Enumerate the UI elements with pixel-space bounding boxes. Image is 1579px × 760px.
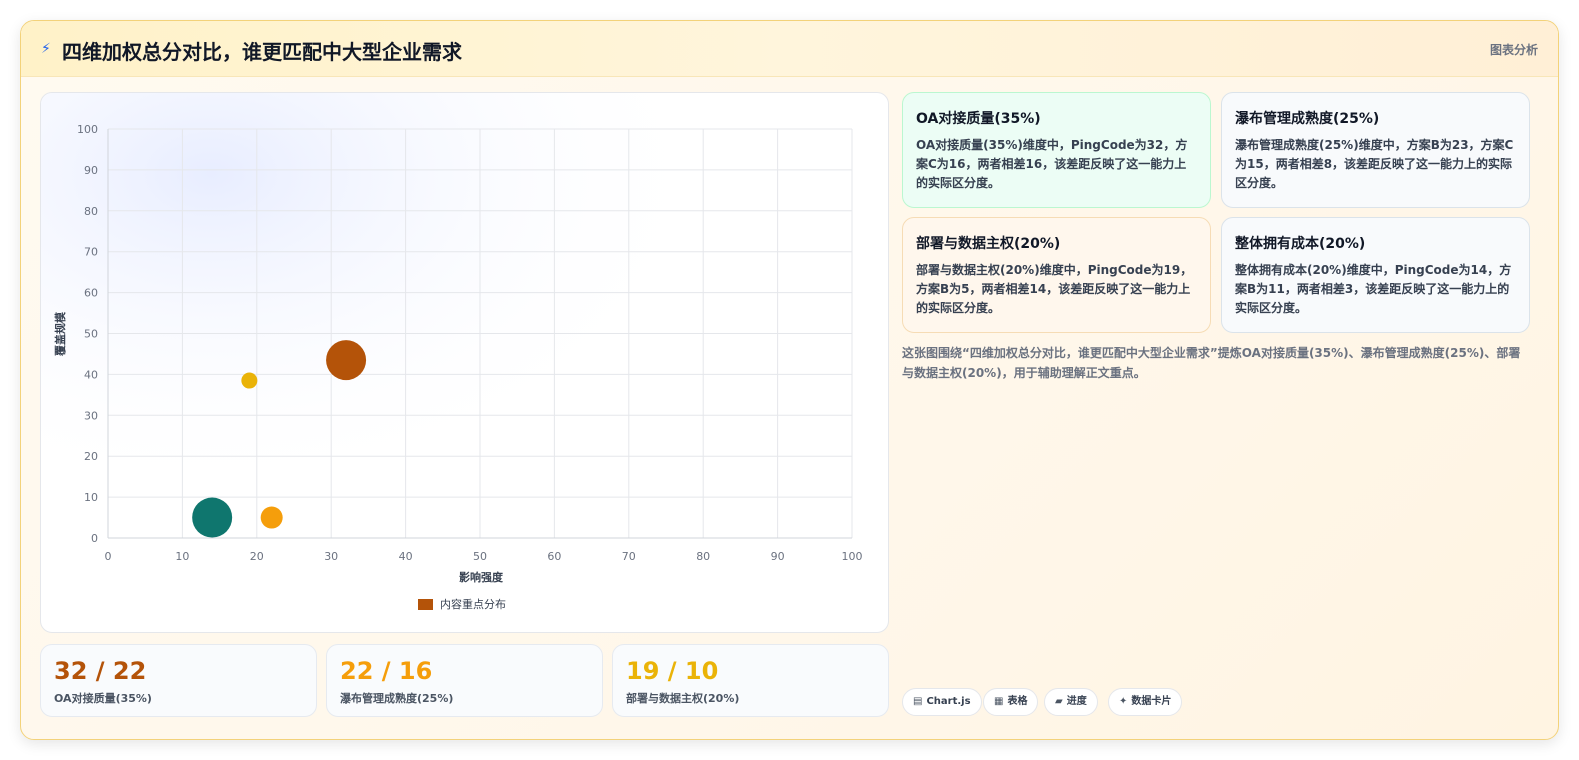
chip-progress[interactable]: ▰ 进度 bbox=[1044, 688, 1098, 716]
x-tick-label: 70 bbox=[622, 550, 636, 563]
chip-label: Chart.js bbox=[926, 696, 971, 707]
sparkle-icon: ✦ bbox=[1119, 696, 1128, 707]
metric-card-deploy: 19 / 10 部署与数据主权(20%) bbox=[612, 644, 889, 717]
x-tick-label: 50 bbox=[473, 550, 487, 563]
chart-summary: 这张图围绕“四维加权总分对比，谁更匹配中大型企业需求”提炼OA对接质量(35%)… bbox=[902, 346, 1521, 380]
insight-desc: 整体拥有成本(20%)维度中，PingCode为14，方案B为11，两者相差3，… bbox=[1235, 263, 1512, 315]
y-tick-label: 60 bbox=[84, 287, 98, 300]
insight-title: OA对接质量(35%) bbox=[916, 111, 1041, 127]
bubble-point[interactable] bbox=[260, 506, 283, 529]
chip-label: 表格 bbox=[1007, 696, 1028, 707]
scatter-chart: 0 10 20 30 40 50 60 70 80 90 100 0 10 20 30 40 50 60 70 80 9… bbox=[41, 93, 888, 632]
chip-label: 进度 bbox=[1066, 696, 1087, 707]
x-tick-label: 100 bbox=[842, 550, 863, 563]
x-tick-label: 30 bbox=[324, 550, 338, 563]
x-tick-label: 90 bbox=[771, 550, 785, 563]
legend-label: 内容重点分布 bbox=[440, 597, 506, 611]
bubble-point[interactable] bbox=[241, 372, 258, 389]
chip-chartjs[interactable]: ▤ Chart.js bbox=[902, 688, 982, 716]
insight-title: 瀑布管理成熟度(25%) bbox=[1235, 111, 1380, 127]
x-tick-label: 40 bbox=[399, 550, 413, 563]
y-axis-label: 覆盖规模 bbox=[53, 311, 67, 356]
chart-icon: ▤ bbox=[913, 696, 923, 707]
scatter-chart-card: 0 10 20 30 40 50 60 70 80 90 100 0 10 20 30 40 50 60 70 80 9… bbox=[40, 92, 889, 633]
page-title: 四维加权总分对比，谁更匹配中大型企业需求 bbox=[62, 40, 462, 64]
insight-title: 整体拥有成本(20%) bbox=[1235, 236, 1366, 252]
metric-value: 19 / 10 bbox=[626, 657, 719, 685]
metric-card-waterfall: 22 / 16 瀑布管理成熟度(25%) bbox=[326, 644, 603, 717]
insight-card-waterfall: 瀑布管理成熟度(25%) 瀑布管理成熟度(25%)维度中，方案B为23，方案C为… bbox=[1221, 92, 1530, 208]
legend-swatch bbox=[418, 599, 433, 610]
insight-title: 部署与数据主权(20%) bbox=[916, 236, 1061, 252]
insight-desc: 瀑布管理成熟度(25%)维度中，方案B为23，方案C为15，两者相差8，该差距反… bbox=[1235, 138, 1514, 190]
insight-card-cost: 整体拥有成本(20%) 整体拥有成本(20%)维度中，PingCode为14，方… bbox=[1221, 217, 1530, 333]
chart-legend[interactable]: 内容重点分布 bbox=[418, 597, 506, 611]
y-tick-label: 10 bbox=[84, 491, 98, 504]
metric-value: 22 / 16 bbox=[340, 657, 433, 685]
x-tick-label: 0 bbox=[105, 550, 112, 563]
panel-header: ⚡ 四维加权总分对比，谁更匹配中大型企业需求 图表分析 bbox=[21, 21, 1558, 77]
y-tick-label: 20 bbox=[84, 450, 98, 463]
y-tick-label: 90 bbox=[84, 164, 98, 177]
chart-analysis-tag: 图表分析 bbox=[1489, 43, 1538, 57]
metric-card-oa: 32 / 22 OA对接质量(35%) bbox=[40, 644, 317, 717]
insight-card-deploy: 部署与数据主权(20%) 部署与数据主权(20%)维度中，PingCode为19… bbox=[902, 217, 1211, 333]
y-tick-label: 70 bbox=[84, 246, 98, 259]
table-icon: ▦ bbox=[994, 696, 1004, 707]
progress-icon: ▰ bbox=[1055, 696, 1063, 707]
metric-value: 32 / 22 bbox=[54, 657, 147, 685]
chart-panel: ⚡ 四维加权总分对比，谁更匹配中大型企业需求 图表分析 0 10 20 30 40 50 6… bbox=[20, 20, 1559, 740]
y-tick-label: 0 bbox=[91, 532, 98, 545]
chip-data-card[interactable]: ✦ 数据卡片 bbox=[1108, 688, 1183, 716]
x-tick-label: 10 bbox=[175, 550, 189, 563]
bubble-point[interactable] bbox=[326, 340, 367, 381]
chip-label: 数据卡片 bbox=[1131, 696, 1172, 707]
y-tick-label: 30 bbox=[84, 409, 98, 422]
y-tick-label: 40 bbox=[84, 368, 98, 381]
insight-card-oa: OA对接质量(35%) OA对接质量(35%)维度中，PingCode为32，方… bbox=[902, 92, 1211, 208]
x-tick-label: 80 bbox=[696, 550, 710, 563]
x-tick-label: 20 bbox=[250, 550, 264, 563]
y-tick-label: 50 bbox=[84, 328, 98, 341]
x-axis-label: 影响强度 bbox=[459, 570, 504, 584]
insight-desc: OA对接质量(35%)维度中，PingCode为32，方案C为16，两者相差16… bbox=[916, 138, 1188, 190]
insight-desc: 部署与数据主权(20%)维度中，PingCode为19，方案B为5，两者相差14… bbox=[916, 263, 1193, 315]
x-tick-label: 60 bbox=[547, 550, 561, 563]
metric-label: OA对接质量(35%) bbox=[54, 692, 152, 705]
metric-label: 部署与数据主权(20%) bbox=[626, 692, 740, 705]
metric-label: 瀑布管理成熟度(25%) bbox=[340, 692, 454, 705]
chip-table[interactable]: ▦ 表格 bbox=[983, 688, 1039, 716]
bubble-point[interactable] bbox=[192, 497, 233, 538]
y-tick-label: 80 bbox=[84, 205, 98, 218]
lightning-icon: ⚡ bbox=[41, 41, 51, 57]
y-tick-label: 100 bbox=[77, 123, 98, 136]
